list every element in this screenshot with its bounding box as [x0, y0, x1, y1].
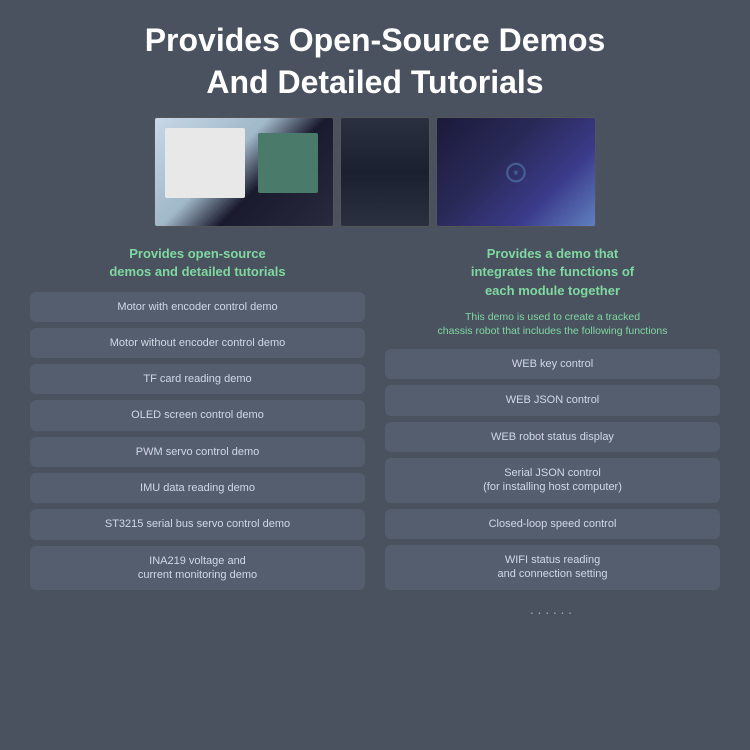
demo-btn-wifi-status[interactable]: WIFI status readingand connection settin…: [385, 545, 720, 590]
screenshot-right: [436, 117, 596, 227]
demo-btn-motor-encoder[interactable]: Motor with encoder control demo: [30, 292, 365, 322]
demo-btn-serial-json[interactable]: Serial JSON control(for installing host …: [385, 458, 720, 503]
screenshot-mid: [340, 117, 430, 227]
screenshot-container: [30, 117, 720, 227]
demo-btn-imu[interactable]: IMU data reading demo: [30, 473, 365, 503]
col-left-heading: Provides open-sourcedemos and detailed t…: [30, 245, 365, 281]
col-right: Provides a demo thatintegrates the funct…: [385, 245, 720, 740]
col-right-sub: This demo is used to create a trackedcha…: [385, 310, 720, 339]
demo-btn-pwm-servo[interactable]: PWM servo control demo: [30, 437, 365, 467]
screenshot-left: [154, 117, 334, 227]
dots-indicator: ······: [385, 596, 720, 628]
page-title: Provides Open-Source Demos And Detailed …: [145, 20, 606, 103]
demo-btn-web-robot-status[interactable]: WEB robot status display: [385, 422, 720, 452]
demo-btn-motor-no-encoder[interactable]: Motor without encoder control demo: [30, 328, 365, 358]
col-left: Provides open-sourcedemos and detailed t…: [30, 245, 365, 740]
demo-btn-web-json[interactable]: WEB JSON control: [385, 385, 720, 415]
demo-btn-ina219[interactable]: INA219 voltage andcurrent monitoring dem…: [30, 546, 365, 591]
demo-btn-closed-loop[interactable]: Closed-loop speed control: [385, 509, 720, 539]
two-col-layout: Provides open-sourcedemos and detailed t…: [30, 245, 720, 740]
demo-btn-web-key[interactable]: WEB key control: [385, 349, 720, 379]
demo-btn-tf-card[interactable]: TF card reading demo: [30, 364, 365, 394]
page-wrapper: Provides Open-Source Demos And Detailed …: [0, 0, 750, 750]
col-right-heading: Provides a demo thatintegrates the funct…: [385, 245, 720, 300]
demo-btn-oled[interactable]: OLED screen control demo: [30, 400, 365, 430]
demo-btn-st3215[interactable]: ST3215 serial bus servo control demo: [30, 509, 365, 539]
